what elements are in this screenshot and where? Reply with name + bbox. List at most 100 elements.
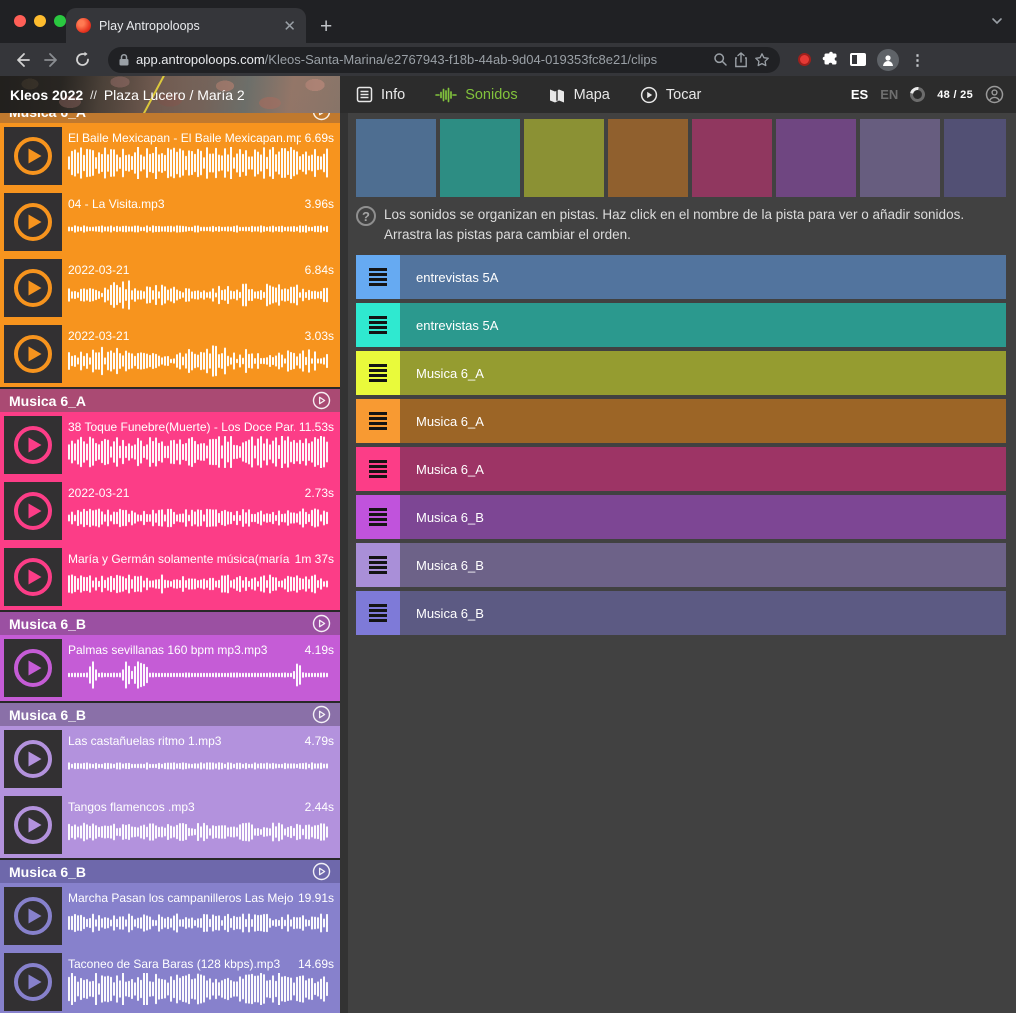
track-row[interactable]: Musica 6_A [356,351,1006,395]
track-color-swatch[interactable] [776,119,856,197]
nav-tab-info[interactable]: Info [356,86,405,103]
clip-play-button[interactable] [4,325,62,383]
zoom-page-icon[interactable] [713,52,728,67]
clip-play-button[interactable] [4,730,62,788]
share-icon[interactable] [734,52,748,68]
clip-play-button[interactable] [4,639,62,697]
section-header[interactable]: Musica 6_B [0,703,340,726]
lock-icon[interactable] [118,53,130,67]
track-drag-handle[interactable] [356,255,400,299]
track-name-bar[interactable]: Musica 6_A [400,447,1006,491]
track-color-swatch[interactable] [440,119,520,197]
track-row[interactable]: Musica 6_A [356,399,1006,443]
track-row[interactable]: Musica 6_B [356,543,1006,587]
track-name-bar[interactable]: Musica 6_B [400,495,1006,539]
track-name-bar[interactable]: Musica 6_A [400,399,1006,443]
track-name-bar[interactable]: Musica 6_B [400,591,1006,635]
section-play-icon[interactable] [312,862,331,881]
browser-tab[interactable]: Play Antropoloops ✕ [66,8,306,43]
clip-play-button[interactable] [4,127,62,185]
track-color-swatch[interactable] [608,119,688,197]
track-name-bar[interactable]: entrevistas 5A [400,255,1006,299]
track-row[interactable]: entrevistas 5A [356,255,1006,299]
section-header[interactable]: Musica 6_A [0,113,340,123]
lang-es-button[interactable]: ES [851,87,868,102]
clip-play-button[interactable] [4,953,62,1011]
clip-play-button[interactable] [4,259,62,317]
lang-en-button[interactable]: EN [880,87,898,102]
clip-play-button[interactable] [4,548,62,606]
track-color-swatch[interactable] [692,119,772,197]
clip-play-button[interactable] [4,887,62,945]
tab-search-chevron-icon[interactable] [990,14,1004,28]
track-row[interactable]: entrevistas 5A [356,303,1006,347]
track-drag-handle[interactable] [356,351,400,395]
tab-close-icon[interactable]: ✕ [283,17,296,35]
clip-play-button[interactable] [4,796,62,854]
track-color-swatch[interactable] [524,119,604,197]
clip-row[interactable]: Taconeo de Sara Baras (128 kbps).mp314.6… [0,949,340,1013]
track-row[interactable]: Musica 6_B [356,591,1006,635]
profile-avatar[interactable] [877,49,899,71]
reload-button[interactable] [70,48,94,72]
clip-play-button[interactable] [4,193,62,251]
clip-row[interactable]: Las castañuelas ritmo 1.mp34.79s [0,726,340,792]
clip-row[interactable]: María y Germán solamente música(maría 2.… [0,544,340,610]
side-panel-icon[interactable] [850,53,866,66]
track-name-bar[interactable]: Musica 6_A [400,351,1006,395]
clip-row[interactable]: 38 Toque Funebre(Muerte) - Los Doce Par.… [0,412,340,478]
nav-tab-tocar[interactable]: Tocar [640,86,701,104]
account-icon[interactable] [985,85,1004,104]
bookmark-star-icon[interactable] [754,52,770,68]
track-drag-handle[interactable] [356,495,400,539]
extensions-puzzle-icon[interactable] [822,51,839,68]
back-button[interactable] [10,48,34,72]
section-header[interactable]: Musica 6_B [0,860,340,883]
minimize-window-button[interactable] [34,15,46,27]
track-color-swatch[interactable] [356,119,436,197]
clip-row[interactable]: Marcha Pasan los campanilleros Las Mejor… [0,883,340,949]
track-row[interactable]: Musica 6_B [356,495,1006,539]
address-bar[interactable]: app.antropoloops.com/Kleos-Santa-Marina/… [108,47,780,73]
section-play-icon[interactable] [312,113,331,121]
section-header[interactable]: Musica 6_B [0,612,340,635]
track-name: Musica 6_A [416,366,484,381]
track-row[interactable]: Musica 6_A [356,447,1006,491]
clip-row[interactable]: El Baile Mexicapan - El Baile Mexicapan.… [0,123,340,189]
close-window-button[interactable] [14,15,26,27]
section-play-icon[interactable] [312,391,331,410]
forward-button[interactable] [40,48,64,72]
new-tab-button[interactable]: + [320,16,332,37]
track-name-bar[interactable]: Musica 6_B [400,543,1006,587]
play-circle-icon [12,647,54,689]
clip-row[interactable]: 2022-03-212.73s [0,478,340,544]
section-play-icon[interactable] [312,705,331,724]
play-circle-icon [12,738,54,780]
track-name-bar[interactable]: entrevistas 5A [400,303,1006,347]
breadcrumb-project[interactable]: Kleos 2022 [10,87,83,103]
recording-indicator-icon[interactable] [798,53,811,66]
track-color-swatch[interactable] [860,119,940,197]
clip-play-button[interactable] [4,416,62,474]
clip-row[interactable]: 04 - La Visita.mp33.96s [0,189,340,255]
track-drag-handle[interactable] [356,591,400,635]
section-header[interactable]: Musica 6_A [0,389,340,412]
clip-row[interactable]: 2022-03-213.03s [0,321,340,387]
breadcrumb-title[interactable]: Plaza Lucero / María 2 [104,87,245,103]
nav-tab-sonidos[interactable]: Sonidos [435,87,517,103]
browser-menu-icon[interactable]: ⋮ [910,51,925,69]
window-controls[interactable] [14,15,66,27]
clip-row[interactable]: Tangos flamencos .mp32.44s [0,792,340,858]
track-drag-handle[interactable] [356,543,400,587]
section-play-icon[interactable] [312,614,331,633]
clip-play-button[interactable] [4,482,62,540]
track-drag-handle[interactable] [356,303,400,347]
breadcrumb[interactable]: Kleos 2022 // Plaza Lucero / María 2 [10,76,245,113]
zoom-window-button[interactable] [54,15,66,27]
track-drag-handle[interactable] [356,447,400,491]
clip-row[interactable]: 2022-03-216.84s [0,255,340,321]
track-color-swatch[interactable] [944,119,1006,197]
track-drag-handle[interactable] [356,399,400,443]
clip-row[interactable]: Palmas sevillanas 160 bpm mp3.mp34.19s [0,635,340,701]
nav-tab-mapa[interactable]: Mapa [548,87,610,103]
